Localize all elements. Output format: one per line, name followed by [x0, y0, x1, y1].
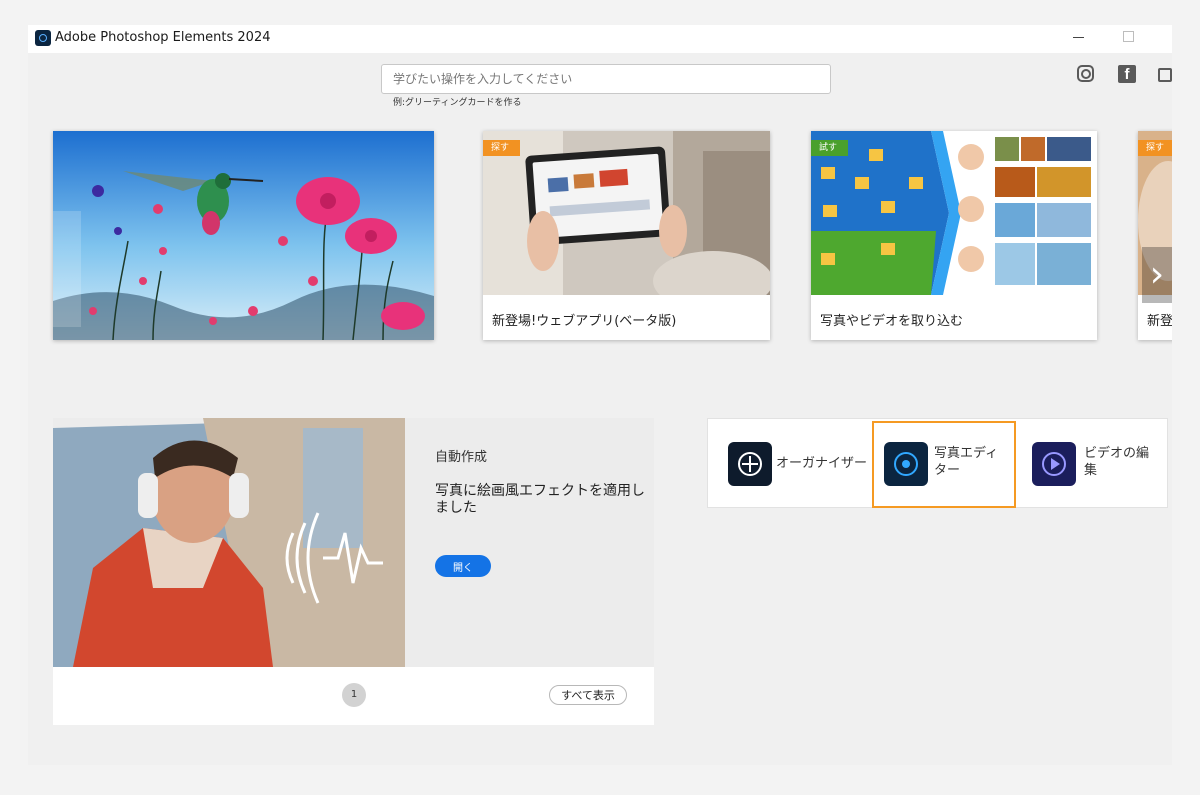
selected-launcher-outline	[872, 421, 1016, 508]
window-title: Adobe Photoshop Elements 2024	[55, 30, 271, 45]
maximize-button[interactable]	[1123, 31, 1134, 42]
video-editor-label: ビデオの編集	[1084, 446, 1150, 478]
instagram-icon[interactable]	[1077, 65, 1094, 82]
video-editor-icon	[1032, 442, 1076, 486]
painterly-effect-image	[53, 418, 405, 667]
card-label-import: 写真やビデオを取り込む	[820, 314, 964, 329]
carousel-card-import[interactable]: 試す 写真やビデオを取り込む	[811, 131, 1097, 340]
facebook-icon[interactable]: f	[1118, 65, 1136, 83]
badge-explore-2: 探す	[1138, 140, 1172, 156]
carousel-next-button[interactable]: ›	[1142, 247, 1172, 303]
card-label-new: 新登	[1147, 314, 1172, 329]
video-editor-launcher[interactable]: ビデオの編集	[1016, 419, 1168, 507]
promo-category: 自動作成	[435, 450, 488, 465]
app-logo-icon	[35, 30, 51, 46]
card-label-webapp: 新登場!ウェブアプリ(ベータ版)	[492, 314, 677, 329]
page-indicator[interactable]: 1	[342, 683, 366, 707]
carousel-card-webapp[interactable]: 探す 新登場!ウェブアプリ(ベータ版)	[483, 131, 770, 340]
badge-try: 試す	[811, 140, 849, 156]
show-all-button[interactable]: すべて表示	[549, 685, 627, 705]
search-input[interactable]	[381, 64, 831, 94]
auto-creation-panel: 自動作成 写真に絵画風エフェクトを適用しました 開く 1 すべて表示	[53, 418, 654, 725]
badge-explore: 探す	[483, 140, 521, 156]
carousel-prev-button[interactable]	[53, 211, 81, 327]
import-photos-image	[811, 131, 1097, 295]
tablet-photo-image	[483, 131, 770, 295]
open-button[interactable]: 開く	[435, 555, 491, 577]
minimize-button[interactable]	[1072, 29, 1086, 45]
app-window: Adobe Photoshop Elements 2024 例:グリーティングカ…	[28, 25, 1172, 765]
carousel-card-new[interactable]: 探す 新登	[1138, 131, 1172, 340]
feedback-icon[interactable]	[1158, 68, 1172, 82]
app-launcher-panel: オーガナイザー 写真エディター ビデオの編集	[707, 418, 1168, 508]
hummingbird-image	[53, 131, 434, 340]
title-bar: Adobe Photoshop Elements 2024	[28, 25, 1172, 53]
auto-creation-content: 自動作成 写真に絵画風エフェクトを適用しました 開く	[53, 418, 654, 667]
carousel-card-hero[interactable]	[53, 131, 434, 340]
organizer-launcher[interactable]: オーガナイザー	[708, 419, 872, 507]
search-example-text: 例:グリーティングカードを作る	[393, 98, 522, 108]
organizer-label: オーガナイザー	[776, 456, 868, 471]
promo-title: 写真に絵画風エフェクトを適用しました	[435, 483, 645, 516]
organizer-icon	[728, 442, 772, 486]
